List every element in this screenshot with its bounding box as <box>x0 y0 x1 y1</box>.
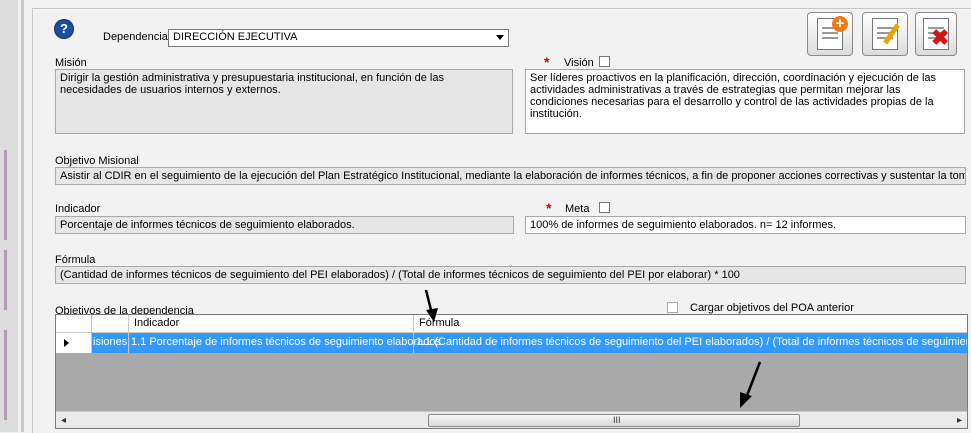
edit-button[interactable] <box>862 12 908 56</box>
vision-field[interactable]: Ser líderes proactivos en la planificaci… <box>525 69 965 134</box>
column-header-indicador[interactable]: Indicador <box>134 317 179 329</box>
table-row[interactable]: isiones. 1.1 Porcentaje de informes técn… <box>56 333 967 353</box>
splitter[interactable] <box>21 0 24 432</box>
chevron-down-icon <box>496 35 504 40</box>
left-edge-stripe <box>4 330 7 420</box>
indicador-field[interactable]: Porcentaje de informes técnicos de segui… <box>55 216 514 234</box>
column-divider <box>413 315 414 353</box>
help-icon[interactable]: ? <box>55 20 73 38</box>
add-button[interactable]: + <box>807 12 853 56</box>
grid-header: Indicador Fórmula <box>56 315 967 333</box>
formula-label: Fórmula <box>55 254 96 266</box>
objetivo-label: Objetivo Misional <box>55 155 139 167</box>
horizontal-scrollbar[interactable]: ◂ III ▸ <box>56 411 967 428</box>
mision-field[interactable]: Dirigir la gestión administrativa y pres… <box>55 69 513 134</box>
dependencia-value: DIRECCIÓN EJECUTIVA <box>173 31 298 43</box>
grid-corner <box>56 315 92 332</box>
delete-button[interactable]: ✖ <box>915 12 957 56</box>
plus-icon: + <box>832 16 848 32</box>
grid-cell-indicador[interactable]: 1.1 Porcentaje de informes técnicos de s… <box>131 336 444 348</box>
annotation-arrow-icon <box>740 361 762 408</box>
vision-checkbox[interactable] <box>599 56 610 67</box>
column-divider <box>91 315 92 353</box>
left-edge-stripe <box>4 150 7 240</box>
formula-field[interactable]: (Cantidad de informes técnicos de seguim… <box>55 266 966 284</box>
scroll-right-icon[interactable]: ▸ <box>957 415 962 426</box>
row-selector[interactable] <box>56 333 92 353</box>
scrollbar-grip: III <box>613 415 621 425</box>
column-divider <box>128 315 129 353</box>
indicador-label: Indicador <box>55 203 101 215</box>
annotation-arrow-icon <box>424 289 438 322</box>
left-edge-strip <box>0 0 18 432</box>
left-edge-stripe <box>4 250 7 310</box>
dependencia-select[interactable]: DIRECCIÓN EJECUTIVA <box>168 29 509 47</box>
grid-cell-formula[interactable]: 1.1 (Cantidad de informes técnicos de se… <box>416 336 967 348</box>
required-mark: * <box>544 54 550 70</box>
meta-field[interactable]: 100% de informes de seguimiento elaborad… <box>525 216 966 234</box>
required-mark: * <box>546 200 552 216</box>
objetivo-field[interactable]: Asistir al CDIR en el seguimiento de la … <box>55 167 966 185</box>
scroll-left-icon[interactable]: ◂ <box>61 415 66 426</box>
meta-label: Meta <box>565 203 590 215</box>
current-row-icon <box>64 339 69 347</box>
red-x-icon: ✖ <box>931 25 950 50</box>
cargar-objetivos-label: Cargar objetivos del POA anterior <box>690 302 854 314</box>
grid-cell[interactable]: isiones. <box>93 336 130 348</box>
objetivos-grid[interactable]: Indicador Fórmula isiones. 1.1 Porcentaj… <box>55 314 968 429</box>
dependencia-label: Dependencia <box>103 31 168 43</box>
mision-label: Misión <box>55 57 87 69</box>
vision-label: Visión <box>564 57 594 69</box>
cargar-objetivos-checkbox[interactable] <box>667 302 678 313</box>
scrollbar-thumb[interactable]: III <box>428 414 800 427</box>
meta-checkbox[interactable] <box>599 202 610 213</box>
